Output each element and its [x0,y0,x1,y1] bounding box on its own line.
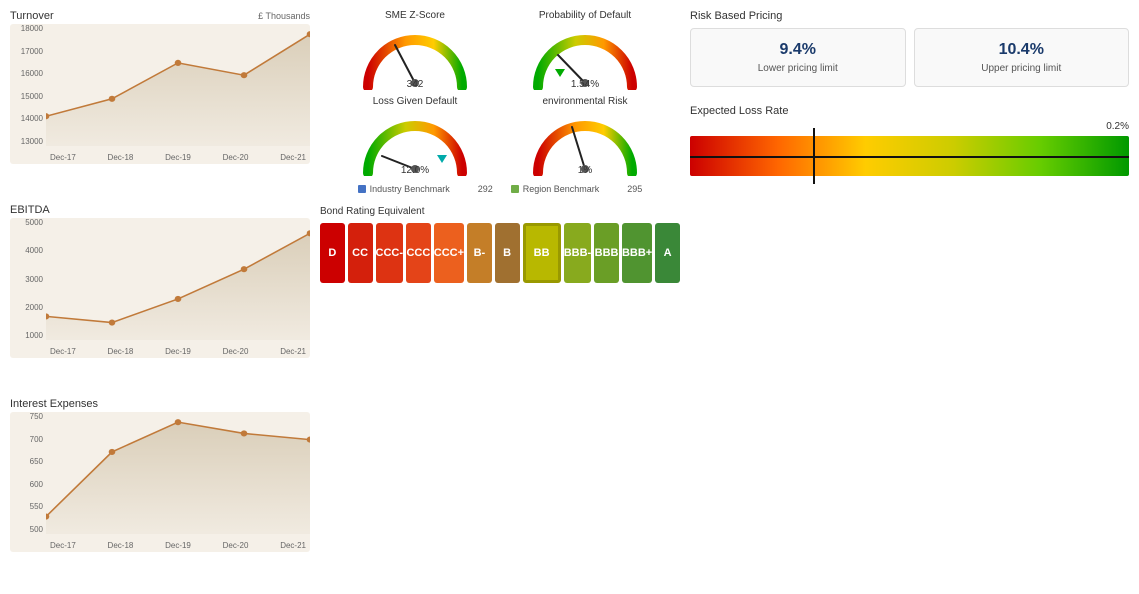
env-risk-label: environmental Risk [542,96,627,107]
bond-cell-cc[interactable]: CC [348,223,373,283]
interest-svg-wrap [46,416,310,534]
bond-cell-ccc[interactable]: CCC [406,223,431,283]
ebitda-chart: 5000 4000 3000 2000 1000 [10,218,310,358]
bond-cell-a[interactable]: A [655,223,680,283]
interest-chart: 750 700 650 600 550 500 [10,412,310,552]
env-risk-wrap: 1% [530,111,640,176]
top-gauges-row: SME Z-Score [320,10,680,90]
prob-default-label: Probability of Default [539,10,631,21]
ebitda-x-labels: Dec-17 Dec-18 Dec-19 Dec-20 Dec-21 [46,345,310,358]
crosshair-h [690,156,1129,158]
bond-cell-bbb[interactable]: BBB [594,223,619,283]
region-benchmark: Region Benchmark [511,184,600,194]
expected-loss-section: Expected Loss Rate 0.2% [690,105,1129,176]
bond-cell-d[interactable]: D [320,223,345,283]
risk-pricing-section: Risk Based Pricing 9.4% Lower pricing li… [690,10,1129,87]
bond-cell-b-[interactable]: B- [467,223,492,283]
ebitda-y-labels: 5000 4000 3000 2000 1000 [10,218,46,340]
turnover-y-labels: 18000 17000 16000 15000 14000 13000 [10,24,46,146]
crosshair-v [813,128,815,184]
loss-given-default-gauge: Loss Given Default [335,96,495,176]
turnover-section: Turnover £ Thousands 18000 17000 16000 1… [10,10,310,196]
lgd-value: 12.0% [401,165,429,176]
env-risk-value: 1% [578,165,592,176]
ebitda-section: EBITDA 5000 4000 3000 2000 1000 [10,204,310,390]
expected-loss-pct: 0.2% [690,121,1129,132]
turnover-svg-wrap [46,28,310,146]
upper-pricing-value: 10.4% [923,41,1121,59]
bond-cell-bbb+[interactable]: BBB+ [622,223,652,283]
bond-cell-ccc-[interactable]: CCC- [376,223,404,283]
sme-zscore-label: SME Z-Score [385,10,445,21]
bond-rating-title: Bond Rating Equivalent [320,206,680,217]
lgd-label: Loss Given Default [373,96,458,107]
turnover-title: Turnover [10,10,54,22]
lgd-wrap: 12.0% [360,111,470,176]
bond-cell-b[interactable]: B [495,223,520,283]
right-column: Risk Based Pricing 9.4% Lower pricing li… [690,10,1129,584]
industry-benchmark-value: 292 [478,184,493,194]
env-risk-gauge: environmental Risk [505,96,665,176]
region-benchmark-label: Region Benchmark [523,184,600,194]
interest-y-labels: 750 700 650 600 550 500 [10,412,46,534]
sme-zscore-value: 342 [407,79,424,90]
lower-pricing-value: 9.4% [699,41,897,59]
region-benchmark-value: 295 [627,184,642,194]
sme-zscore-wrap: 342 [360,25,470,90]
prob-default-wrap: 1.54% [530,25,640,90]
ebitda-title: EBITDA [10,204,310,216]
sme-zscore-gauge: SME Z-Score [335,10,495,90]
ebitda-svg-wrap [46,222,310,340]
industry-benchmark-label: Industry Benchmark [370,184,450,194]
upper-pricing-label: Upper pricing limit [923,63,1121,74]
bond-cell-ccc+[interactable]: CCC+ [434,223,464,283]
expected-loss-gradient [690,136,1129,176]
upper-pricing-card: 10.4% Upper pricing limit [914,28,1130,87]
lower-pricing-card: 9.4% Lower pricing limit [690,28,906,87]
pricing-cards: 9.4% Lower pricing limit 10.4% Upper pri… [690,28,1129,87]
turnover-subtitle: £ Thousands [258,11,310,21]
bond-cell-bbb-[interactable]: BBB- [564,223,592,283]
expected-loss-bar-container [690,136,1129,176]
bond-rating-bar[interactable]: D CC CCC- CCC CCC+ B- B BB BBB- BBB BBB+… [320,223,680,283]
main-layout: Turnover £ Thousands 18000 17000 16000 1… [0,0,1139,594]
bottom-gauges-row: Loss Given Default [320,96,680,176]
benchmarks-row: Industry Benchmark 292 Region Benchmark … [320,182,680,196]
risk-pricing-title: Risk Based Pricing [690,10,1129,22]
bond-rating-section: Bond Rating Equivalent D CC CCC- CCC CCC… [320,206,680,283]
region-benchmark-dot [511,185,519,193]
industry-benchmark-dot [358,185,366,193]
turnover-x-labels: Dec-17 Dec-18 Dec-19 Dec-20 Dec-21 [46,151,310,164]
interest-section: Interest Expenses 750 700 650 600 550 50… [10,398,310,584]
prob-default-gauge: Probability of Default [505,10,665,90]
left-column: Turnover £ Thousands 18000 17000 16000 1… [10,10,310,584]
lower-pricing-label: Lower pricing limit [699,63,897,74]
interest-title: Interest Expenses [10,398,310,410]
interest-x-labels: Dec-17 Dec-18 Dec-19 Dec-20 Dec-21 [46,539,310,552]
prob-default-value: 1.54% [571,79,599,90]
middle-column: SME Z-Score [320,10,680,584]
turnover-chart: 18000 17000 16000 15000 14000 13000 [10,24,310,164]
bond-cell-bb[interactable]: BB [523,223,561,283]
expected-loss-title: Expected Loss Rate [690,105,1129,117]
industry-benchmark: Industry Benchmark [358,184,450,194]
